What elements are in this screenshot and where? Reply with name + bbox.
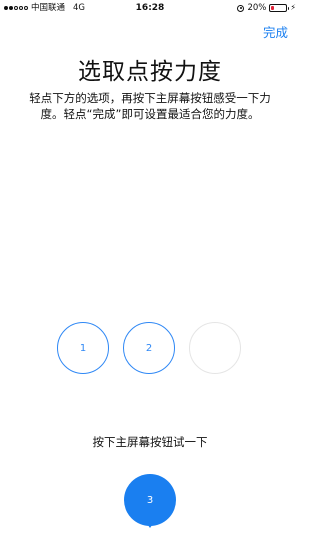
orientation-lock-icon	[237, 4, 245, 12]
battery-icon	[269, 4, 290, 12]
status-bar: 中国联通 4G 16:28 20% ⚡	[0, 0, 300, 16]
done-button[interactable]: 完成	[263, 22, 288, 41]
instruction-text: 按下主屏幕按钮试一下	[92, 435, 208, 449]
pressure-option-1[interactable]: 1	[57, 322, 109, 374]
page-title: 选取点按力度	[78, 59, 222, 85]
description-text: 轻点下方的选项，再按下主屏幕按钮感受一下力度。轻点“完成”即可设置最适合您的力度…	[29, 91, 271, 121]
battery-percent: 20%	[247, 3, 267, 13]
battery-fill	[271, 6, 275, 10]
pressure-option-2[interactable]: 2	[123, 322, 175, 374]
pressure-option-3[interactable]	[189, 322, 241, 374]
try-press-button[interactable]: 3	[124, 474, 176, 526]
status-bar-right: 20% ⚡	[237, 0, 296, 16]
try-button-pointer	[145, 521, 155, 528]
charging-bolt-icon: ⚡	[290, 3, 296, 12]
